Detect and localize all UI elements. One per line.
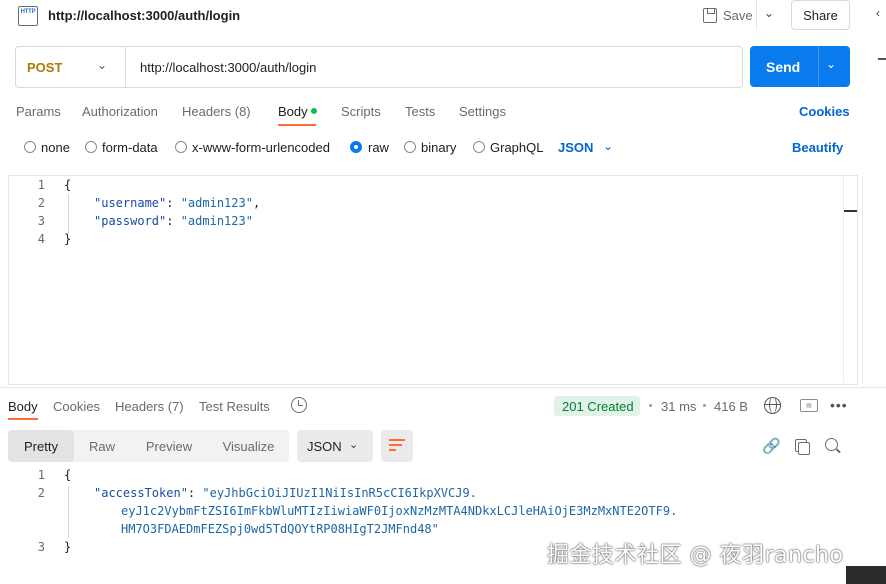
- line-number: 4: [37, 232, 45, 246]
- code-line: {: [64, 178, 72, 192]
- chevron-down-icon[interactable]: ⌄: [349, 438, 358, 451]
- tab-scripts[interactable]: Scripts: [341, 104, 381, 119]
- divider: [756, 0, 757, 30]
- radio-urlencoded[interactable]: [175, 141, 187, 153]
- divider: [862, 176, 863, 384]
- tab-headers[interactable]: Headers (8): [182, 104, 251, 119]
- radio-label[interactable]: x-www-form-urlencoded: [192, 140, 330, 155]
- method-select[interactable]: POST: [27, 60, 62, 75]
- beautify-button[interactable]: Beautify: [792, 140, 843, 155]
- view-pretty[interactable]: Pretty: [8, 430, 74, 462]
- response-size[interactable]: 416 B: [714, 399, 748, 414]
- send-label[interactable]: Send: [766, 59, 800, 75]
- view-visualize[interactable]: Visualize: [208, 430, 289, 462]
- line-number: 3: [37, 540, 45, 554]
- http-request-icon: HTTP: [18, 6, 38, 26]
- response-tab-body[interactable]: Body: [8, 399, 38, 414]
- more-options-icon[interactable]: •••: [830, 397, 848, 413]
- share-button[interactable]: Share: [791, 0, 850, 30]
- indent-guide: [68, 486, 69, 538]
- save-response-icon[interactable]: ▤: [800, 399, 818, 412]
- chevron-down-icon[interactable]: ⌄: [97, 58, 107, 72]
- tab-authorization[interactable]: Authorization: [82, 104, 158, 119]
- panel-handle[interactable]: [878, 58, 886, 60]
- code-line: HM7O3FDAEDmFEZSpj0wd5TdQOYtRP08HIgT2JMFn…: [121, 522, 439, 536]
- globe-icon[interactable]: [764, 397, 781, 414]
- divider: [818, 46, 819, 87]
- link-icon[interactable]: 🔗: [762, 437, 781, 455]
- code-line: }: [64, 232, 72, 246]
- save-icon[interactable]: [703, 8, 717, 23]
- history-icon[interactable]: [291, 397, 307, 413]
- chevron-left-icon[interactable]: ‹: [876, 6, 880, 20]
- save-button[interactable]: Save: [723, 8, 753, 23]
- radio-label[interactable]: GraphQL: [490, 140, 543, 155]
- radio-binary[interactable]: [404, 141, 416, 153]
- request-title[interactable]: http://localhost:3000/auth/login: [48, 8, 240, 23]
- code-line: "username": "admin123",: [94, 196, 261, 210]
- radio-label[interactable]: form-data: [102, 140, 158, 155]
- search-icon[interactable]: [825, 438, 838, 451]
- response-tab-cookies[interactable]: Cookies: [53, 399, 100, 414]
- tab-body[interactable]: Body: [278, 104, 308, 119]
- view-preview[interactable]: Preview: [130, 430, 208, 462]
- chevron-down-icon[interactable]: ⌄: [764, 6, 774, 20]
- url-input[interactable]: http://localhost:3000/auth/login: [140, 60, 316, 75]
- scroll-position-marker: [844, 210, 857, 212]
- response-time[interactable]: 31 ms: [661, 399, 696, 414]
- active-tab-underline: [8, 418, 38, 420]
- chevron-down-icon[interactable]: ⌄: [603, 139, 613, 153]
- chevron-down-icon[interactable]: ⌄: [826, 57, 836, 71]
- code-line: }: [64, 540, 72, 554]
- tab-settings[interactable]: Settings: [459, 104, 506, 119]
- separator-dot: [703, 404, 706, 407]
- radio-form-data[interactable]: [85, 141, 97, 153]
- radio-label[interactable]: none: [41, 140, 70, 155]
- line-number: 2: [37, 196, 45, 210]
- body-format-select[interactable]: JSON: [558, 140, 593, 155]
- response-tab-test-results[interactable]: Test Results: [199, 399, 270, 414]
- response-tab-headers[interactable]: Headers (7): [115, 399, 184, 414]
- copy-icon[interactable]: [795, 439, 810, 455]
- code-line: eyJ1c2VybmFtZSI6ImFkbWluMTIzIiwiaWF0Ijox…: [121, 504, 678, 518]
- radio-none[interactable]: [24, 141, 36, 153]
- watermark: 掘金技术社区 @ 夜羽rancho: [547, 543, 844, 568]
- radio-label[interactable]: binary: [421, 140, 456, 155]
- status-code[interactable]: 201 Created: [562, 399, 634, 414]
- indent-guide: [68, 194, 69, 234]
- tab-tests[interactable]: Tests: [405, 104, 435, 119]
- line-number: 1: [37, 468, 45, 482]
- divider: [125, 47, 126, 87]
- response-format-label[interactable]: JSON: [307, 439, 342, 454]
- tab-params[interactable]: Params: [16, 104, 61, 119]
- corner-overlay: [846, 566, 886, 584]
- line-number: 3: [37, 214, 45, 228]
- code-line: {: [64, 468, 72, 482]
- wrap-lines-icon: [389, 438, 405, 452]
- radio-graphql[interactable]: [473, 141, 485, 153]
- divider: [0, 387, 886, 388]
- line-number: 2: [37, 486, 45, 500]
- separator-dot: [649, 404, 652, 407]
- editor-scrollbar[interactable]: [843, 176, 857, 383]
- active-tab-underline: [278, 124, 316, 126]
- radio-label[interactable]: raw: [368, 140, 389, 155]
- line-number: 1: [37, 178, 45, 192]
- view-raw[interactable]: Raw: [74, 430, 130, 462]
- body-indicator-dot: [311, 108, 317, 114]
- cookies-link[interactable]: Cookies: [799, 104, 850, 119]
- radio-raw[interactable]: [350, 141, 362, 153]
- code-line: "accessToken": "eyJhbGciOiJIUzI1NiIsInR5…: [94, 486, 477, 500]
- code-line: "password": "admin123": [94, 214, 253, 228]
